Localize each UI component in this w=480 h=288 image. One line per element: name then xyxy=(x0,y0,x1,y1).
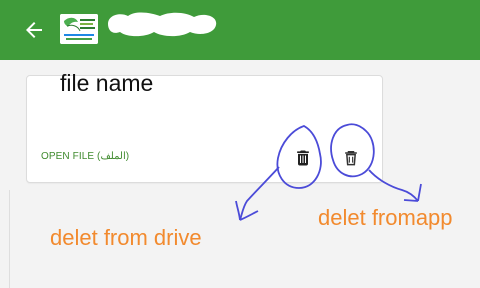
redacted-title xyxy=(104,8,220,40)
open-file-button[interactable]: OPEN FILE (الملف) xyxy=(41,151,129,162)
delete-from-drive-icon[interactable] xyxy=(293,148,313,168)
back-arrow-icon[interactable] xyxy=(22,18,46,42)
delete-from-drive-annotation: delet from drive xyxy=(50,225,202,250)
left-edge-divider xyxy=(9,190,10,288)
delete-from-app-annotation: delet fromapp xyxy=(318,205,453,230)
drive-arrow-head xyxy=(235,200,259,221)
file-card: file name OPEN FILE (الملف) xyxy=(26,70,383,183)
app-bar xyxy=(0,0,480,60)
delete-from-app-icon[interactable] xyxy=(341,148,361,168)
app-arrow-head xyxy=(403,183,422,202)
app-logo-icon xyxy=(60,14,98,44)
file-name: file name xyxy=(60,70,154,96)
